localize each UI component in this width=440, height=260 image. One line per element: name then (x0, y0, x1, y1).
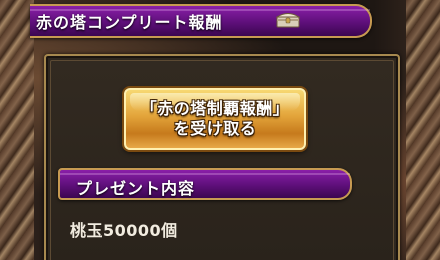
left-marble-decoration (0, 0, 34, 260)
page-title: 赤の塔コンプリート報酬 (36, 13, 223, 32)
present-contents-title: プレゼント内容 (76, 179, 196, 198)
right-marble-decoration (406, 0, 440, 260)
claim-reward-button[interactable]: 「赤の塔制覇報酬」 を受け取る (124, 88, 306, 150)
claim-button-line-1: 「赤の塔制覇報酬」 (140, 99, 290, 118)
reward-screen: 赤の塔コンプリート報酬 「赤の塔制覇報酬」 を受け取る プレゼント内容 桃玉50… (0, 0, 440, 260)
treasure-chest-icon (276, 13, 300, 28)
reward-item: 桃玉50000個 (70, 221, 178, 240)
claim-button-line-2: を受け取る (173, 119, 257, 138)
